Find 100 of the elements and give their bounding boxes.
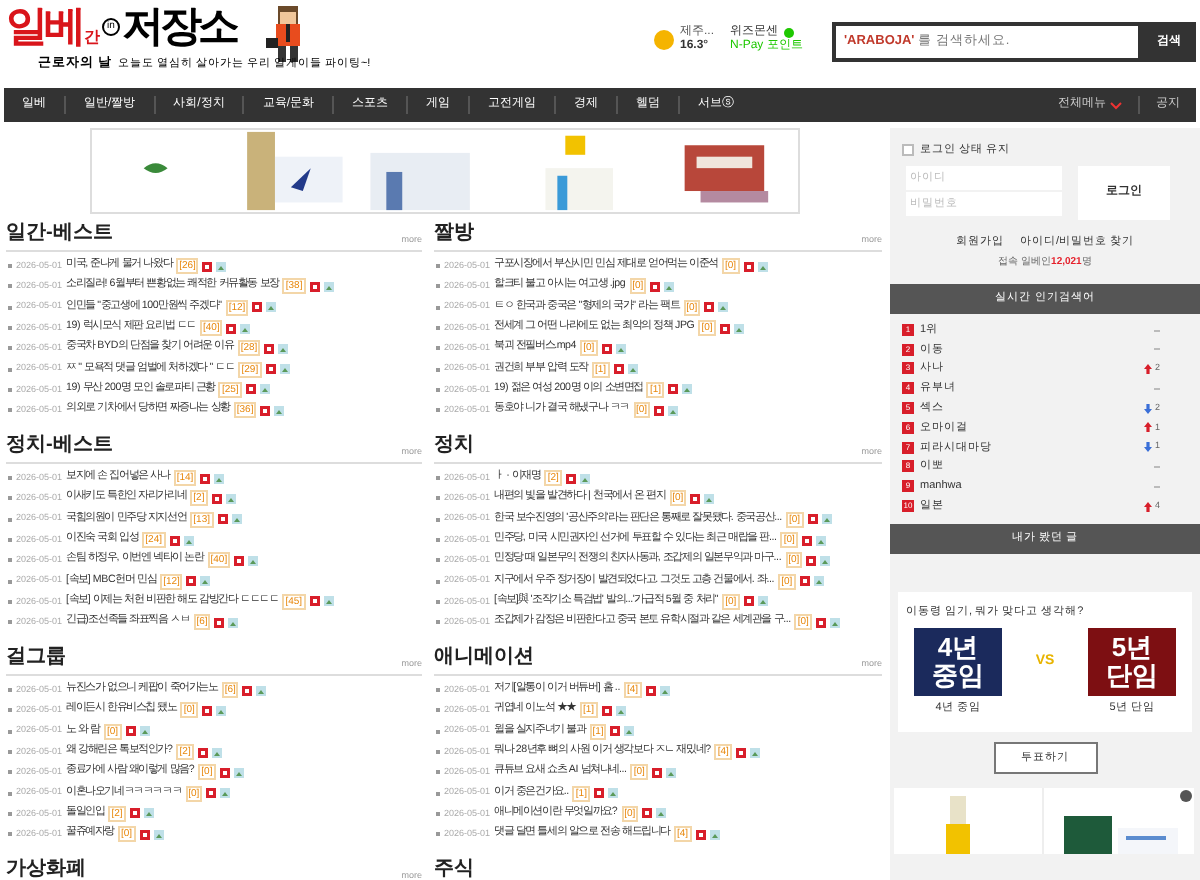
image-icon: [220, 788, 231, 799]
new-icon: [226, 323, 237, 334]
new-icon: [219, 767, 230, 778]
section-title: 짤방: [434, 220, 474, 248]
new-icon: [601, 705, 612, 716]
image-icon: [228, 617, 239, 628]
image-icon: [607, 788, 618, 799]
new-icon: [654, 405, 665, 416]
new-icon: [245, 384, 256, 395]
image-icon: [143, 808, 154, 819]
logo-text: 간: [84, 26, 100, 50]
image-icon: [248, 555, 259, 566]
dash-icon: [1154, 466, 1160, 468]
image-icon: [615, 705, 626, 716]
arrow-up-icon: [1144, 501, 1153, 512]
image-icon: [259, 384, 270, 395]
arrow-up-icon: [1144, 422, 1153, 433]
image-icon: [665, 767, 676, 778]
new-icon: [242, 685, 253, 696]
new-icon: [309, 596, 320, 607]
new-icon: [260, 405, 271, 416]
image-icon: [682, 384, 693, 395]
image-icon: [240, 323, 251, 334]
new-icon: [743, 596, 754, 607]
new-icon: [806, 555, 817, 566]
image-icon: [274, 405, 285, 416]
new-icon: [264, 343, 275, 354]
image-icon: [256, 685, 267, 696]
poll-option-image[interactable]: 5년 단임: [1088, 628, 1176, 697]
new-icon: [201, 705, 212, 716]
image-icon: [821, 514, 832, 525]
new-icon: [197, 747, 208, 758]
image-icon: [233, 767, 244, 778]
image-icon: [211, 747, 222, 758]
image-icon: [153, 829, 164, 840]
poll-option-text: 중임: [932, 662, 984, 691]
new-icon: [613, 364, 624, 375]
arrow-up-icon: [1144, 363, 1153, 374]
new-icon: [645, 685, 656, 696]
new-icon: [265, 364, 276, 375]
image-icon: [200, 576, 211, 587]
image-icon: [215, 705, 226, 716]
image-icon: [323, 281, 334, 292]
new-icon: [610, 726, 621, 737]
image-icon: [733, 323, 744, 334]
new-icon: [309, 281, 320, 292]
new-icon: [601, 343, 612, 354]
new-icon: [815, 617, 826, 628]
new-icon: [214, 617, 225, 628]
new-icon: [129, 808, 140, 819]
image-icon: [668, 405, 679, 416]
new-icon: [801, 535, 812, 546]
new-icon: [217, 514, 227, 525]
arrow-down-icon: [1144, 442, 1153, 453]
image-icon: [225, 493, 236, 504]
image-icon: [659, 685, 670, 696]
image-icon: [829, 617, 840, 628]
image-icon: [624, 726, 635, 737]
new-icon: [252, 302, 263, 313]
image-icon: [139, 726, 150, 737]
image-icon: [627, 364, 638, 375]
section-title: 애니메이션: [434, 644, 534, 672]
image-icon: [279, 364, 290, 375]
image-icon: [757, 596, 768, 607]
section-title: 걸그룹: [6, 644, 66, 672]
section-title: 정치: [434, 432, 474, 460]
new-icon: [139, 829, 150, 840]
new-icon: [807, 514, 818, 525]
sun-icon: [652, 28, 676, 52]
new-icon: [719, 323, 730, 334]
new-icon: [186, 576, 197, 587]
image-icon: [815, 535, 826, 546]
image-icon: [718, 302, 729, 313]
new-icon: [651, 767, 662, 778]
new-icon: [743, 261, 754, 272]
logo-text[interactable]: 일베: [6, 4, 82, 52]
new-icon: [735, 747, 746, 758]
checkbox[interactable]: [902, 144, 914, 157]
new-icon: [799, 576, 810, 587]
image-icon: [231, 514, 241, 525]
new-icon: [695, 829, 706, 840]
new-icon: [169, 535, 179, 546]
new-icon: [200, 473, 211, 484]
image-icon: [615, 343, 626, 354]
image-icon: [664, 281, 675, 292]
poll-option-image[interactable]: 4년 중임: [914, 628, 1002, 697]
image-icon: [757, 261, 768, 272]
image-icon: [579, 473, 590, 484]
poll-option-text: 5년: [1111, 634, 1153, 663]
section-title: 가상화폐: [6, 856, 86, 880]
image-icon: [813, 576, 824, 587]
new-icon: [704, 302, 715, 313]
image-icon: [323, 596, 334, 607]
poll-option-text: 단임: [1106, 662, 1158, 691]
image-icon: [183, 535, 193, 546]
new-icon: [206, 788, 217, 799]
image-icon: [820, 555, 831, 566]
logo-text[interactable]: 저장소: [122, 4, 236, 52]
new-icon: [234, 555, 245, 566]
image-icon: [656, 808, 667, 819]
